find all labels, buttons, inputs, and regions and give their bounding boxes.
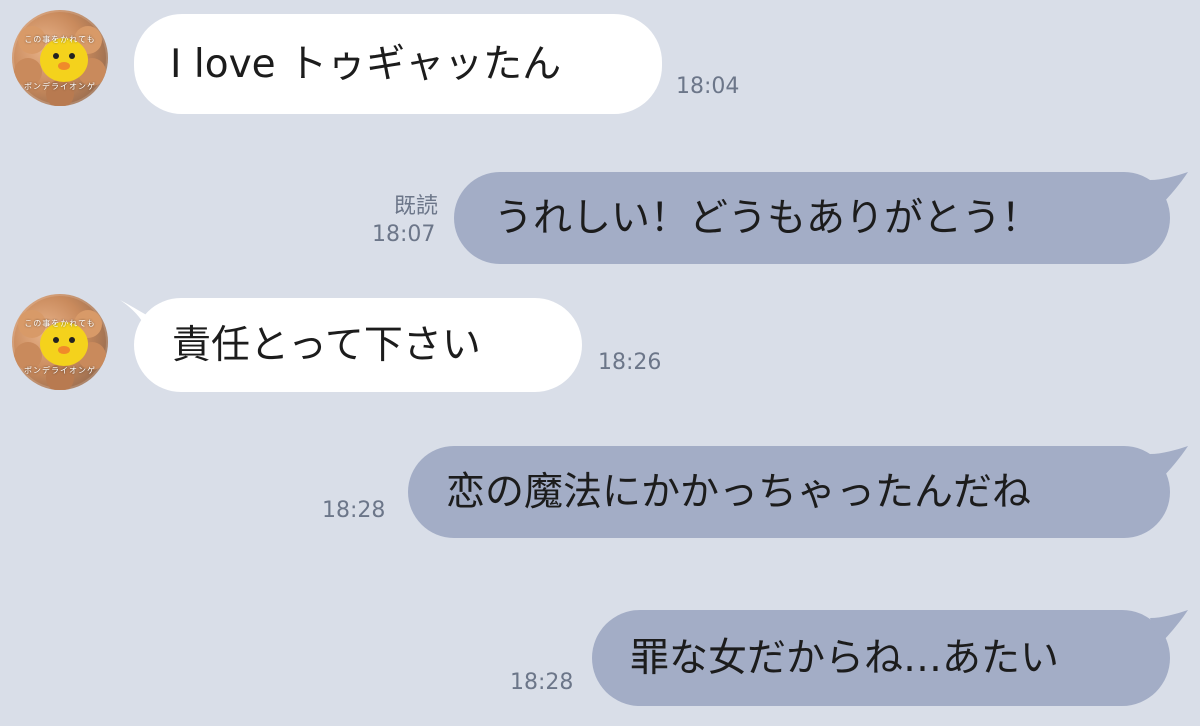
message-bubble-incoming[interactable]: 責任とって下さい — [134, 298, 582, 392]
avatar-caption-bottom: ポンデライオンゲ — [24, 82, 96, 91]
outgoing-bubble-tail — [1150, 172, 1188, 206]
message-timestamp: 18:04 — [676, 74, 740, 99]
message-text: うれしい！どうもありがとう！ — [494, 195, 1041, 241]
sender-avatar[interactable]: この事をかれても ポンデライオンゲ — [12, 294, 108, 390]
message-text: 責任とって下さい — [172, 322, 481, 368]
outgoing-bubble-tail — [1150, 446, 1188, 480]
message-timestamp: 18:28 — [510, 670, 574, 695]
message-timestamp: 18:28 — [322, 498, 386, 523]
message-bubble-outgoing[interactable]: 罪な女だからね…あたい — [592, 610, 1170, 706]
sender-avatar[interactable]: この事をかれても ポンデライオンゲ — [12, 10, 108, 106]
message-bubble-outgoing[interactable]: うれしい！どうもありがとう！ — [454, 172, 1170, 264]
outgoing-bubble-tail — [1150, 610, 1188, 644]
message-text: I love トゥギャッたん — [170, 41, 562, 87]
avatar-caption-bottom: ポンデライオンゲ — [24, 366, 96, 375]
message-bubble-outgoing[interactable]: 恋の魔法にかかっちゃったんだね — [408, 446, 1170, 538]
message-timestamp: 18:26 — [598, 350, 662, 375]
message-text: 恋の魔法にかかっちゃったんだね — [446, 469, 1032, 515]
message-timestamp: 18:07 — [372, 222, 436, 247]
avatar-caption-top: この事をかれても — [24, 319, 96, 328]
message-bubble-incoming[interactable]: I love トゥギャッたん — [134, 14, 662, 114]
chat-thread: この事をかれても ポンデライオンゲ I love トゥギャッたん 18:04 既… — [0, 0, 1200, 726]
avatar-caption-top: この事をかれても — [24, 35, 96, 44]
read-receipt: 既読 — [393, 194, 438, 219]
message-text: 罪な女だからね…あたい — [630, 635, 1060, 681]
